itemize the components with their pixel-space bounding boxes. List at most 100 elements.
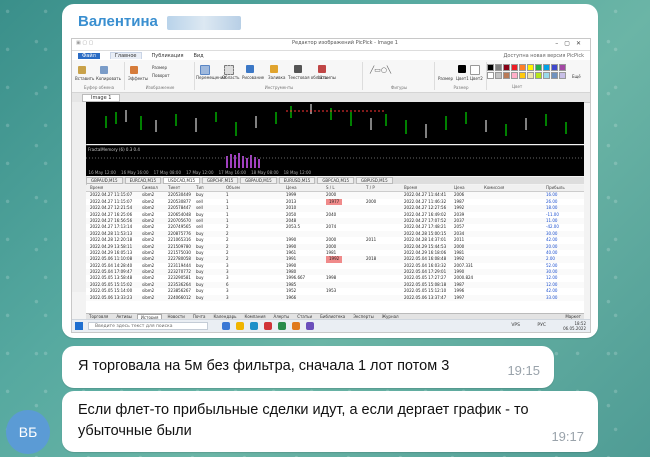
ribbon-tab[interactable]: Файл <box>78 52 100 59</box>
column-header[interactable]: Тикет <box>168 185 180 191</box>
trade-history-table: Время Символ Тикет Тип Объем Цена S / L … <box>86 185 584 313</box>
picpick-icon[interactable] <box>292 322 300 330</box>
tray-date: 06.05.2022 <box>563 326 586 331</box>
move-icon[interactable] <box>200 65 210 75</box>
column-header[interactable]: Тип <box>196 185 204 191</box>
table-cell: 224066012 <box>168 294 191 300</box>
pencil-icon[interactable] <box>246 65 254 73</box>
column-header[interactable]: Прибыль <box>546 185 565 191</box>
symbol-tab[interactable]: GBPAUD,M15 <box>86 177 123 184</box>
ribbon-group-label: Фигуры <box>390 85 408 90</box>
table-body: 2022.04.27 11:15:07 sibm2 220530449 buy 1 199… <box>86 192 584 302</box>
fill-icon[interactable] <box>270 65 278 73</box>
symbol-tab[interactable]: EURUSD,M15 <box>278 177 316 184</box>
selection-icon[interactable] <box>224 65 234 75</box>
ribbon-item[interactable]: Рисование <box>242 75 264 80</box>
ribbon-item[interactable]: Ещё <box>572 74 581 79</box>
color2-swatch[interactable] <box>470 65 480 75</box>
ribbon-tabs: Файл Главное Публикация Вид Доступна нов… <box>72 51 590 60</box>
table-cell: 1966 <box>286 294 297 300</box>
stamp-icon[interactable] <box>318 65 326 73</box>
text-message-bubble[interactable]: Если флет-то прибыльные сделки идут, а е… <box>62 391 598 452</box>
update-notice[interactable]: Доступна новая версия PicPick <box>504 53 585 59</box>
ribbon-item[interactable]: Цвет2 <box>470 76 483 81</box>
taskview-icon[interactable] <box>222 322 230 330</box>
symbol-tab[interactable]: GBPCHF,M15 <box>202 177 239 184</box>
ribbon-item[interactable]: Штампы <box>318 75 336 80</box>
app-icon[interactable] <box>264 322 272 330</box>
indicator-panel: FractalMemory (6) 0.3 0.4 <box>86 145 584 171</box>
ribbon-item[interactable]: Поворот <box>152 73 170 78</box>
text-icon[interactable] <box>294 65 302 73</box>
column-header[interactable]: T / P <box>366 185 375 191</box>
ribbon-toolbar: Вставить Копировать Буфер обмена Эффекты… <box>72 60 590 93</box>
effects-icon[interactable] <box>130 66 138 74</box>
message-text: Я торговала на 5м без фильтра, сначала 1… <box>78 358 450 374</box>
ribbon-tab[interactable]: Публикация <box>152 53 184 59</box>
ribbon-item[interactable]: Цвет1 <box>456 76 469 81</box>
copy-icon[interactable] <box>100 66 108 74</box>
screenshot-image[interactable]: ▣ ▢ ▢ Редактор изображений PicPick - Ima… <box>71 38 591 333</box>
column-header[interactable]: Комиссия <box>484 185 504 191</box>
symbol-tab[interactable]: GBPCAD,M15 <box>317 177 355 184</box>
ribbon-group-shapes: ╱▭○╲ Фигуры <box>364 62 435 90</box>
paste-icon[interactable] <box>78 66 86 74</box>
candles <box>105 104 567 138</box>
symbol-tab[interactable]: GBPAUD,M15 <box>240 177 277 184</box>
ribbon-item[interactable]: Вставить <box>75 76 94 81</box>
sender-name[interactable]: Валентина <box>78 13 158 30</box>
column-header[interactable]: Цена <box>286 185 297 191</box>
ribbon-item[interactable]: Заливка <box>268 75 285 80</box>
taskbar-search-input[interactable]: Введите здесь текст для поиска <box>88 322 208 330</box>
app-icon[interactable] <box>306 322 314 330</box>
ribbon-item[interactable]: Эффекты <box>128 76 148 81</box>
ribbon-tab[interactable]: Главное <box>109 52 142 59</box>
table-cell: 3 <box>226 294 229 300</box>
photo-message-bubble[interactable]: Валентина ▣ ▢ ▢ Редактор изображений Pic… <box>62 4 598 338</box>
window-titlebar: ▣ ▢ ▢ Редактор изображений PicPick - Ima… <box>72 39 590 51</box>
ribbon-group-clipboard: Вставить Копировать Буфер обмена <box>74 62 125 90</box>
ribbon-group-label: Изображение <box>145 85 175 90</box>
message-time: 19:17 <box>551 429 584 444</box>
symbol-tab[interactable]: EURCAD,M15 <box>124 177 162 184</box>
column-header[interactable]: Цена <box>454 185 465 191</box>
app-icon[interactable] <box>278 322 286 330</box>
avatar[interactable]: ВБ <box>6 410 50 454</box>
symbol-tab[interactable]: GBPUSD,M15 <box>356 177 393 184</box>
color1-swatch[interactable] <box>458 65 466 73</box>
tray-language[interactable]: РУС <box>537 323 546 328</box>
column-header[interactable]: Символ <box>142 185 158 191</box>
ribbon-tab[interactable]: Вид <box>194 53 204 59</box>
column-header[interactable]: S / L <box>326 185 335 191</box>
ribbon-item[interactable]: Копировать <box>96 76 121 81</box>
column-header[interactable]: Время <box>404 185 417 191</box>
symbol-tab[interactable]: USDCAD,M15 <box>163 177 200 184</box>
shapes-icon[interactable]: ╱▭○╲ <box>370 66 391 74</box>
indicator-histogram <box>86 153 584 168</box>
ribbon-group-image: Эффекты Размер Поворот Изображение <box>126 62 195 90</box>
ribbon-group-label: Размер <box>453 85 469 90</box>
windows-start-icon[interactable] <box>75 322 83 330</box>
color-palette[interactable] <box>487 64 566 79</box>
ribbon-item[interactable]: Область <box>222 75 240 80</box>
column-header[interactable]: Время <box>90 185 103 191</box>
explorer-icon[interactable] <box>236 322 244 330</box>
ribbon-group-label: Буфер обмена <box>83 85 115 90</box>
table-cell: sibm2 <box>142 294 155 300</box>
table-cell: buy <box>196 294 204 300</box>
tray-vps[interactable]: VPS <box>511 323 520 328</box>
ribbon-item[interactable]: Размер <box>438 76 453 81</box>
text-message-bubble[interactable]: Я торговала на 5м без фильтра, сначала 1… <box>62 346 554 388</box>
message-time: 19:15 <box>507 363 540 378</box>
document-tab[interactable]: Image 1 <box>82 93 121 102</box>
ribbon-item[interactable]: Размер <box>152 65 167 70</box>
table-cell: 1997 <box>454 294 465 300</box>
tray-clock[interactable]: 18:52 06.05.2022 <box>563 321 586 331</box>
column-header[interactable]: Объем <box>226 185 240 191</box>
windows-taskbar: Введите здесь текст для поиска VPS РУС 1… <box>72 319 590 332</box>
table-header-row: Время Символ Тикет Тип Объем Цена S / L … <box>86 185 584 193</box>
table-row[interactable]: 2022.05.06 13:33:23 sibm2 224066012 buy 3 196… <box>86 294 584 302</box>
price-chart <box>86 102 584 144</box>
left-toolbar <box>72 102 87 292</box>
edge-icon[interactable] <box>250 322 258 330</box>
